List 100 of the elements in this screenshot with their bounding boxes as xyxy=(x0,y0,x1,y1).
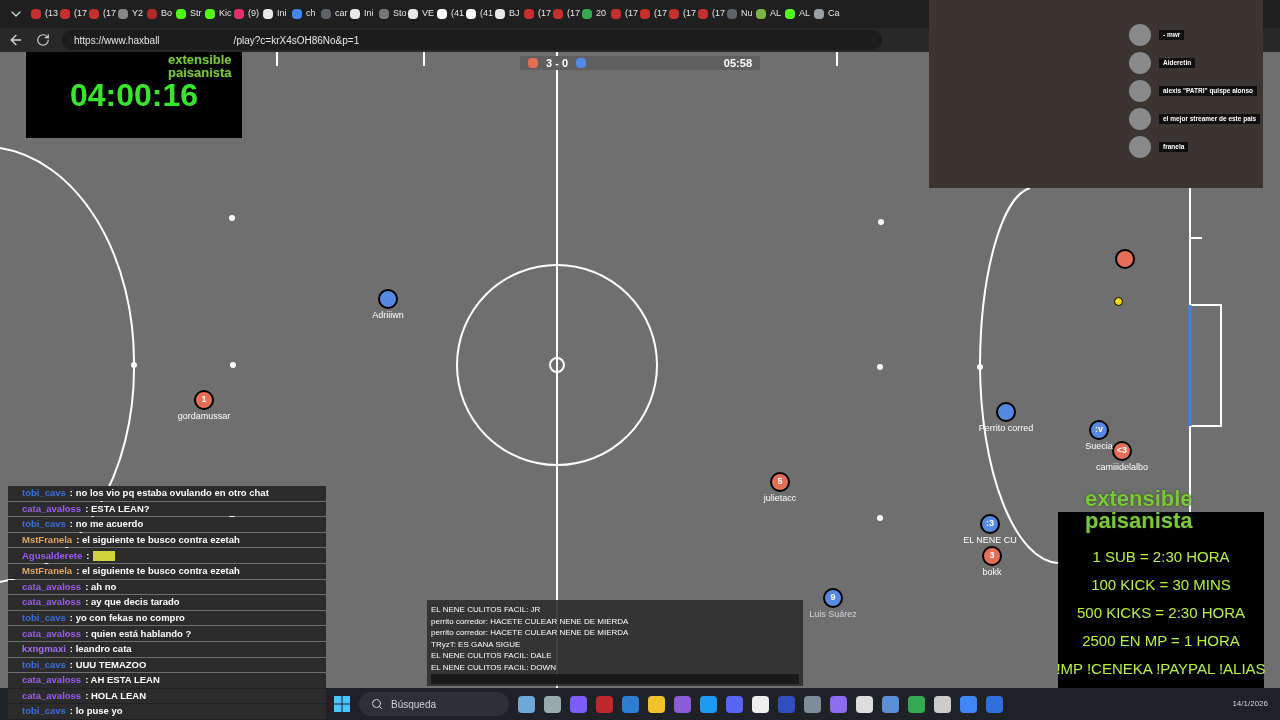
chat-username: cata_avaloss xyxy=(22,595,82,610)
player-name: Suecia xyxy=(1085,440,1113,453)
player-name: julietacc xyxy=(763,492,797,505)
browser-tab[interactable]: 20 xyxy=(582,7,608,21)
browser-tab[interactable]: (17 xyxy=(640,7,666,21)
chat-username: Agusalderete xyxy=(22,548,83,563)
promo-line: !MP !CENEKA !PAYPAL !ALIAS xyxy=(1056,659,1266,679)
app-icon[interactable] xyxy=(544,695,561,713)
chat-text: : yo con fekas no compro xyxy=(69,610,185,625)
chat-text: : quien está hablando ? xyxy=(85,626,192,641)
search-icon xyxy=(371,698,383,710)
taskbar-date: 14/1/2026 xyxy=(1232,698,1268,710)
user-avatar xyxy=(1129,24,1151,46)
browser-tab[interactable]: AL xyxy=(785,7,811,21)
app-icon[interactable] xyxy=(648,695,665,713)
browser-tab[interactable]: Sto xyxy=(379,7,405,21)
chat-username: tobi_cavs xyxy=(22,486,66,501)
chat-text: : HOLA LEAN xyxy=(85,688,147,703)
chat-username: kxngmaxi xyxy=(22,642,66,657)
chat-username: cata_avaloss xyxy=(22,626,82,641)
stream-logo: extensible paisanista xyxy=(168,53,232,79)
chat-username: cata_avaloss xyxy=(22,673,82,688)
chat-text: : no los vio pq estaba ovulando en otro chat xyxy=(69,486,269,501)
browser-tab[interactable]: (41 xyxy=(466,7,492,21)
browser-tab[interactable]: (17 xyxy=(60,7,86,21)
promo-line: 100 KICK = 30 MINS xyxy=(1091,575,1231,595)
browser-tab[interactable]: ch xyxy=(292,7,318,21)
chat-text: : leandro cata xyxy=(69,642,132,657)
chat-username: MstFranela xyxy=(22,532,73,547)
browser-tab[interactable]: (41 xyxy=(437,7,463,21)
chat-username: tobi_cavs xyxy=(22,517,66,532)
promo-line: 2500 EN MP = 1 HORA xyxy=(1082,631,1240,651)
browser-tab[interactable]: car xyxy=(321,7,347,21)
chat-username: cata_avaloss xyxy=(22,688,82,703)
chat-message: perrito corredor: HACETE CULEAR NENE DE MIERDA xyxy=(431,627,630,639)
browser-tab[interactable]: AL xyxy=(756,7,782,21)
search-field[interactable]: Búsqueda xyxy=(359,692,509,716)
chat-text: : no me acuerdo xyxy=(69,517,144,532)
chat-input-field[interactable] xyxy=(431,674,799,684)
player-name: camiiidelalbo xyxy=(1096,461,1148,474)
browser-tab[interactable]: Str xyxy=(176,7,202,21)
browser-tab[interactable]: (9) xyxy=(234,7,260,21)
chat-username: cata_avaloss xyxy=(22,579,82,594)
browser-tab[interactable]: (17 xyxy=(89,7,115,21)
player-name: Luis Suárez xyxy=(809,608,857,621)
home-team-icon xyxy=(528,58,538,68)
url-field[interactable]: https://www.haxball /play?c=krX4sOH86No&p=1 xyxy=(62,30,882,50)
chat-text: : lo puse yo xyxy=(69,704,123,719)
chat-text: : AH ESTA LEAN xyxy=(85,673,160,688)
chat-message: EL NENE CULITOS FACIL: DALE xyxy=(431,650,553,662)
chat-text: : ah no xyxy=(85,579,117,594)
browser-tab[interactable]: Ca xyxy=(814,7,840,21)
user-avatar xyxy=(1129,52,1151,74)
windows-logo-icon[interactable] xyxy=(334,696,350,712)
browser-tab[interactable]: (13 xyxy=(31,7,57,21)
browser-tab[interactable]: Nu xyxy=(727,7,753,21)
chat-text: : el siguiente te busco contra ezetah xyxy=(76,564,240,579)
user-avatar xyxy=(1129,108,1151,130)
emote-image xyxy=(93,550,116,561)
chat-username: tobi_cavs xyxy=(22,657,66,672)
browser-tab[interactable]: (17 xyxy=(611,7,637,21)
back-icon[interactable] xyxy=(8,32,24,48)
match-time: 05:58 xyxy=(723,55,752,71)
app-icon[interactable] xyxy=(518,695,535,713)
browser-tab[interactable]: Ini xyxy=(350,7,376,21)
chat-text: : UUU TEMAZOO xyxy=(69,657,147,672)
reload-icon[interactable] xyxy=(36,33,50,47)
browser-tab[interactable]: (17 xyxy=(553,7,579,21)
app-icon[interactable] xyxy=(934,695,951,713)
player-name: Adriiiwn xyxy=(372,309,404,322)
chat-text: : el siguiente te busco contra ezetah xyxy=(76,532,240,547)
away-team-icon xyxy=(576,58,586,68)
player-name: bokk xyxy=(982,566,1002,579)
chat-text: : ay que decis tarado xyxy=(85,595,180,610)
browser-tab[interactable]: VE xyxy=(408,7,434,21)
score: 3 - 0 xyxy=(546,55,568,71)
chat-username: tobi_cavs xyxy=(22,704,66,719)
promo-line: 1 SUB = 2:30 HORA xyxy=(1092,547,1230,567)
browser-tab[interactable]: Y2 xyxy=(118,7,144,21)
user-avatar xyxy=(1129,136,1151,158)
browser-tab[interactable]: (17 xyxy=(524,7,550,21)
chat-message: EL NENE CULITOS FACIL: JR xyxy=(431,604,542,616)
chat-message: perrito corredor: HACETE CULEAR NENE DE MIERDA xyxy=(431,615,630,627)
chat-username: tobi_cavs xyxy=(22,610,66,625)
app-icon[interactable] xyxy=(752,695,769,713)
player-name: gordamussar xyxy=(177,410,231,423)
chat-text: : ESTA LEAN? xyxy=(85,501,150,516)
browser-tab[interactable]: Bo xyxy=(147,7,173,21)
chat-username: MstFranela xyxy=(22,564,73,579)
app-icon[interactable] xyxy=(856,695,873,713)
player-name: EL NENE CU xyxy=(963,534,1017,547)
promo-line: 500 KICKS = 2:30 HORA xyxy=(1077,603,1245,623)
browser-tab[interactable]: (17 xyxy=(698,7,724,21)
browser-tab[interactable]: Kic xyxy=(205,7,231,21)
browser-tab[interactable]: (17 xyxy=(669,7,695,21)
chat-message: TRyzT: ES GANA SIGUE xyxy=(431,638,522,650)
browser-tab[interactable]: Ini xyxy=(263,7,289,21)
chat-message: EL NENE CULITOS FACIL: DOWN xyxy=(431,661,557,673)
chat-username: cata_avaloss xyxy=(22,501,82,516)
browser-tab[interactable]: BJ xyxy=(495,7,521,21)
